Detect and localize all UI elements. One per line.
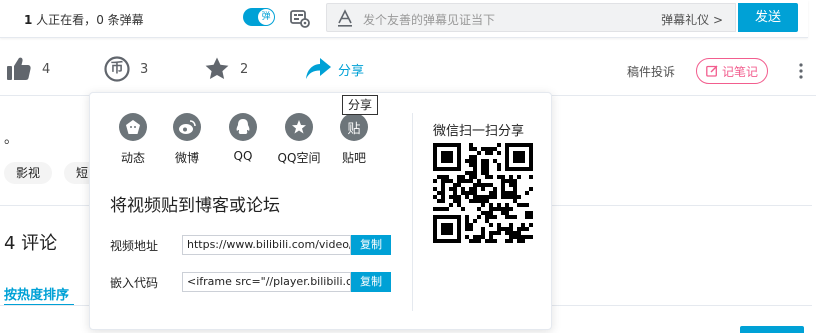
copy-embed-button[interactable]: 复制 (351, 272, 391, 292)
share-to-qzone-label: QQ空间 (277, 151, 321, 165)
thumbs-up-icon (7, 57, 31, 80)
share-to-weibo[interactable]: 微博 (161, 113, 213, 166)
danmaku-toggle[interactable]: 弹 (243, 8, 275, 26)
wechat-share-heading: 微信扫一扫分享 (433, 124, 525, 139)
sort-by-hot-tab[interactable]: 按热度排序 (4, 284, 69, 303)
video-tag[interactable]: 影视 (4, 162, 53, 184)
share-to-qq[interactable]: QQ (217, 113, 269, 163)
share-to-qzone[interactable]: QQ空间 (273, 113, 325, 166)
take-notes-label: 记笔记 (721, 64, 758, 79)
coin-count: 3 (140, 61, 149, 77)
share-button[interactable]: 分享 (304, 56, 364, 82)
video-url-label: 视频地址 (110, 239, 159, 253)
share-arrow-icon (306, 58, 331, 79)
popup-divider (412, 113, 413, 311)
share-label: 分享 (338, 63, 365, 79)
embed-code-label: 嵌入代码 (110, 276, 159, 290)
share-to-tieba-label: 贴吧 (341, 151, 366, 165)
coin-button[interactable]: 币 3 (104, 56, 148, 82)
share-to-qq-label: QQ (233, 149, 253, 163)
wechat-qr-code (433, 143, 533, 243)
like-count: 4 (42, 61, 51, 77)
danmaku-settings-icon[interactable] (290, 8, 310, 28)
copy-url-button[interactable]: 复制 (351, 235, 391, 255)
note-edit-icon (706, 65, 718, 77)
viewer-text: 人正在看， (32, 13, 97, 27)
favorite-button[interactable]: 2 (204, 56, 248, 82)
coin-glyph: 币 (110, 61, 124, 76)
danmaku-toggle-knob: 弹 (258, 9, 274, 25)
video-toolbar: 4 币 3 2 分享 稿件投诉 记笔记 (0, 46, 816, 96)
share-to-weibo-label: 微博 (174, 151, 199, 165)
viewer-count: 1 人正在看，0 条弹幕 (24, 11, 144, 28)
danmaku-placeholder: 发个友善的弹幕见证当下 (363, 13, 496, 27)
take-notes-button[interactable]: 记笔记 (696, 58, 768, 84)
danmaku-count: 0 条弹幕 (96, 13, 144, 27)
more-options-icon[interactable] (798, 62, 804, 80)
qzone-icon (285, 113, 313, 141)
share-to-tieba[interactable]: 贴 贴吧 (328, 113, 380, 166)
tieba-icon: 贴 (340, 113, 368, 141)
danmaku-bar: 1 人正在看，0 条弹幕 弹 发个友善的弹幕见证当下 弹幕礼仪 > 发送 (0, 0, 808, 38)
video-url-field[interactable]: https://www.bilibili.com/video/ (182, 235, 351, 255)
description-text: 。 (4, 131, 18, 147)
qq-icon (229, 113, 257, 141)
weibo-icon (173, 113, 201, 141)
embed-heading: 将视频贴到博客或论坛 (110, 196, 280, 216)
share-tooltip: 分享 (342, 95, 378, 115)
text-style-icon[interactable] (337, 9, 353, 27)
report-link[interactable]: 稿件投诉 (627, 63, 675, 80)
danmaku-input[interactable]: 发个友善的弹幕见证当下 弹幕礼仪 > (326, 3, 736, 32)
like-button[interactable]: 4 (6, 56, 50, 82)
video-page: 1 人正在看，0 条弹幕 弹 发个友善的弹幕见证当下 弹幕礼仪 > 发送 4 币… (0, 0, 816, 333)
comments-heading: 4 评论 (4, 233, 58, 254)
favorite-count: 2 (240, 61, 249, 77)
share-to-dynamic-label: 动态 (120, 151, 145, 165)
send-button[interactable]: 发送 (738, 3, 798, 32)
share-popup: 动态 微博 QQ QQ空间 贴 贴吧 将视频贴到博客或论坛 视频地址 https… (89, 92, 552, 330)
partial-button[interactable] (740, 326, 804, 333)
star-icon (205, 57, 229, 79)
embed-code-field[interactable]: <iframe src="//player.bilibili.co (182, 272, 351, 292)
share-to-dynamic[interactable]: 动态 (107, 113, 159, 166)
danmaku-etiquette-link[interactable]: 弹幕礼仪 > (661, 11, 723, 28)
dynamic-icon (119, 113, 147, 141)
